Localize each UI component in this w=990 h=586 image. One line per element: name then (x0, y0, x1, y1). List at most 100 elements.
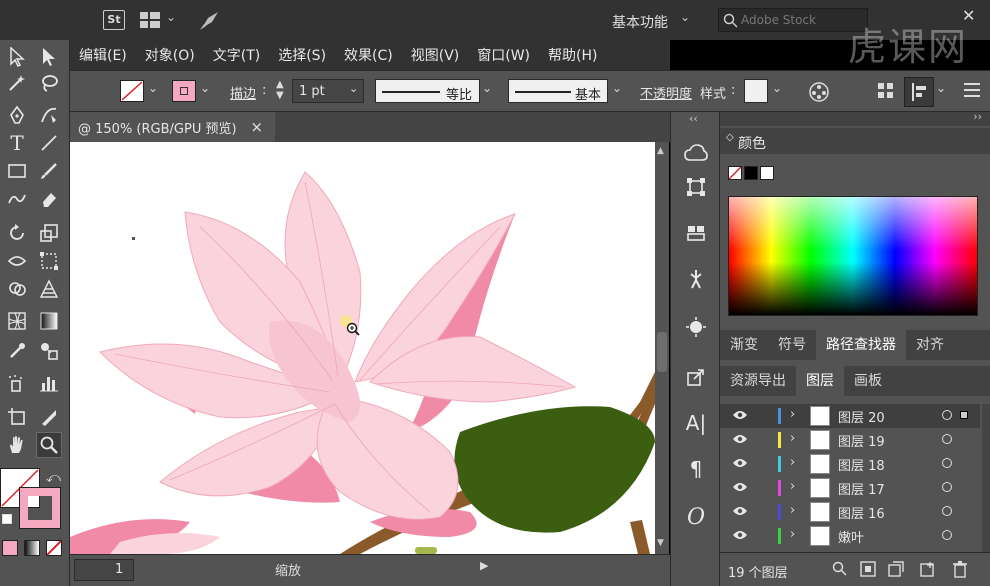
opacity-label[interactable]: 不透明度 (640, 83, 692, 102)
align-grid-icon[interactable] (878, 83, 894, 103)
layer-row[interactable]: › 图层 19 (720, 428, 980, 452)
menu-object[interactable]: 对象(O) (136, 45, 204, 65)
artboard-navigator[interactable]: 1 (74, 559, 134, 581)
layer-name[interactable]: 图层 17 (838, 479, 885, 498)
chevron-down-icon[interactable]: ⌄ (148, 81, 158, 95)
brush-gpu-icon[interactable] (198, 10, 220, 36)
collapse-panels-icon[interactable]: ‹‹ (689, 112, 698, 125)
tab-align[interactable]: 对齐 (906, 330, 954, 360)
magic-wand-tool-icon[interactable] (4, 70, 30, 96)
color-panel-header[interactable]: ◇ 颜色 (720, 128, 990, 154)
white-swatch[interactable] (760, 166, 774, 180)
layer-name[interactable]: 图层 18 (838, 455, 885, 474)
stock-logo[interactable]: St (103, 10, 125, 30)
panel-toggle-icon[interactable]: ◇ (726, 132, 734, 143)
rectangle-tool-icon[interactable] (4, 158, 30, 184)
delete-layer-icon[interactable] (952, 560, 968, 582)
menu-type[interactable]: 文字(T) (204, 45, 269, 65)
expand-chevron-icon[interactable]: › (790, 431, 795, 446)
expand-panels-icon[interactable]: ›› (973, 110, 982, 123)
target-circle-icon[interactable] (942, 506, 952, 516)
none-swatch[interactable] (728, 166, 742, 180)
chevron-down-icon[interactable]: ⌄ (482, 81, 492, 95)
asset-export-icon[interactable] (683, 364, 709, 390)
width-tool-icon[interactable] (4, 248, 30, 274)
visibility-eye-icon[interactable] (732, 505, 748, 521)
panel-menu-icon[interactable] (964, 83, 980, 101)
tab-artboards[interactable]: 画板 (844, 366, 892, 396)
menu-help[interactable]: 帮助(H) (539, 45, 606, 65)
stroke-weight-input[interactable]: 1 pt ⌄ (292, 79, 364, 103)
scroll-down-icon[interactable]: ▼ (657, 538, 664, 548)
tab-layers[interactable]: 图层 (796, 366, 844, 396)
new-layer-icon[interactable] (920, 561, 936, 581)
tab-pathfinder[interactable]: 路径查找器 (816, 330, 906, 360)
variable-width-profile[interactable]: 等比 (375, 79, 480, 103)
workspace-switcher[interactable]: 基本功能 (612, 12, 668, 32)
hand-tool-icon[interactable] (4, 432, 30, 458)
clipping-mask-icon[interactable] (860, 561, 876, 581)
tab-symbols[interactable]: 符号 (768, 330, 816, 360)
zoom-tool-icon[interactable] (36, 432, 62, 458)
stroke-color-swatch[interactable] (172, 80, 196, 102)
blend-tool-icon[interactable] (36, 338, 62, 364)
layers-scrollbar[interactable] (982, 404, 990, 554)
visibility-eye-icon[interactable] (732, 529, 748, 545)
opentype-panel-icon[interactable]: O (683, 504, 709, 530)
slice-tool-icon[interactable] (36, 404, 62, 430)
expand-chevron-icon[interactable]: › (790, 407, 795, 422)
none-mode-button[interactable] (46, 540, 62, 556)
selection-indicator[interactable] (960, 411, 968, 419)
shape-builder-tool-icon[interactable] (4, 276, 30, 302)
default-fill-stroke-icon[interactable] (2, 514, 12, 524)
align-panel-icon[interactable] (683, 220, 709, 246)
transform-panel-icon[interactable] (683, 174, 709, 200)
scale-tool-icon[interactable] (36, 220, 62, 246)
chevron-down-icon[interactable]: ⌄ (166, 10, 176, 24)
vertical-scrollbar[interactable]: ▲ ▼ (655, 142, 669, 554)
visibility-eye-icon[interactable] (732, 433, 748, 449)
target-circle-icon[interactable] (942, 482, 952, 492)
line-tool-icon[interactable] (36, 130, 62, 156)
black-swatch[interactable] (744, 166, 758, 180)
chevron-down-icon[interactable]: ⌄ (680, 10, 690, 24)
character-panel-icon[interactable]: A| (683, 410, 709, 436)
visibility-eye-icon[interactable] (732, 457, 748, 473)
eraser-tool-icon[interactable] (36, 186, 62, 212)
align-to-button[interactable] (904, 77, 934, 107)
layer-row[interactable]: › 图层 16 (720, 500, 980, 524)
type-tool-icon[interactable]: T (4, 130, 30, 156)
chevron-down-icon[interactable]: ⌄ (936, 81, 946, 95)
selection-tool-icon[interactable] (4, 44, 30, 70)
document-tab[interactable]: @ 150% (RGB/GPU 预览) × (70, 112, 275, 142)
stroke-color-box[interactable] (19, 487, 61, 529)
pen-tool-icon[interactable] (4, 102, 30, 128)
chevron-down-icon[interactable]: ⌄ (200, 81, 210, 95)
cc-libraries-icon[interactable] (683, 140, 709, 166)
visibility-eye-icon[interactable] (732, 481, 748, 497)
menu-select[interactable]: 选择(S) (269, 45, 335, 65)
scroll-up-icon[interactable]: ▲ (657, 146, 664, 156)
expand-chevron-icon[interactable]: › (790, 527, 795, 542)
target-circle-icon[interactable] (942, 530, 952, 540)
color-mode-button[interactable] (2, 540, 18, 556)
layout-grid-icon[interactable] (140, 12, 160, 32)
menu-view[interactable]: 视图(V) (402, 45, 469, 65)
stroke-label[interactable]: 描边 (230, 83, 256, 102)
column-graph-tool-icon[interactable] (36, 370, 62, 396)
locate-object-icon[interactable] (832, 561, 848, 581)
flower-artwork[interactable] (70, 142, 655, 554)
perspective-grid-tool-icon[interactable] (36, 276, 62, 302)
menu-effect[interactable]: 效果(C) (335, 45, 402, 65)
close-tab-icon[interactable]: × (251, 118, 264, 136)
symbol-sprayer-tool-icon[interactable] (4, 370, 30, 396)
direct-selection-tool-icon[interactable] (36, 44, 62, 70)
target-circle-icon[interactable] (942, 410, 952, 420)
paragraph-panel-icon[interactable]: ¶ (683, 456, 709, 482)
eyedropper-tool-icon[interactable] (4, 338, 30, 364)
gradient-tool-icon[interactable] (36, 308, 62, 334)
expand-chevron-icon[interactable]: › (790, 479, 795, 494)
layer-row[interactable]: › 嫩叶 (720, 524, 980, 548)
free-transform-tool-icon[interactable] (36, 248, 62, 274)
menu-edit[interactable]: 编辑(E) (70, 45, 136, 65)
